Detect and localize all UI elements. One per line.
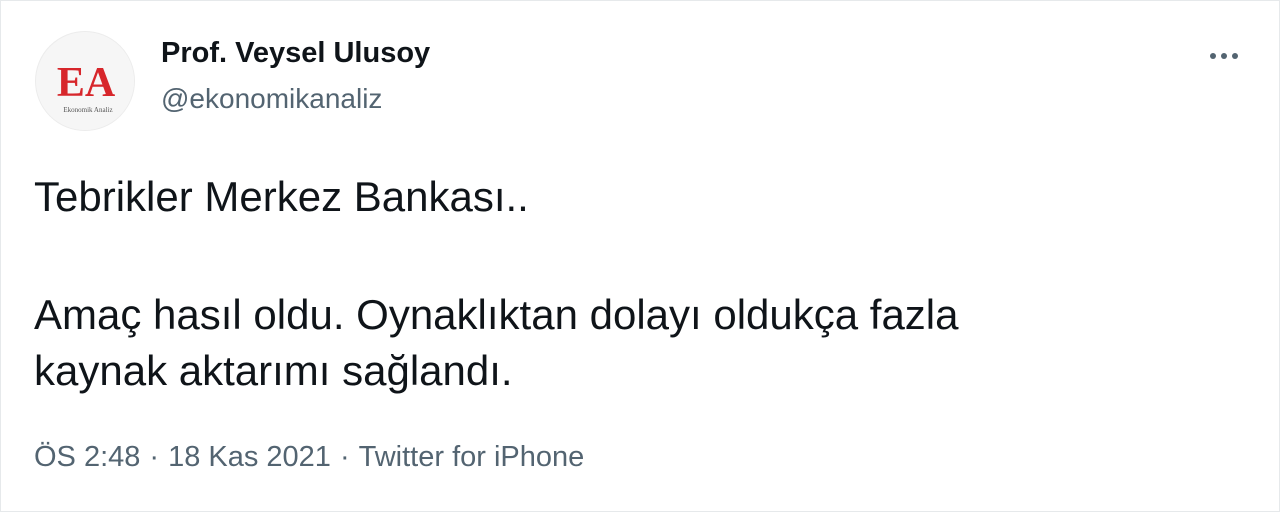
tweet-time[interactable]: ÖS 2:48 [34, 441, 140, 473]
tweet-date[interactable]: 18 Kas 2021 [168, 441, 331, 473]
tweet-line: Amaç hasıl oldu. Oynaklıktan dolayı oldu… [34, 291, 959, 338]
meta-separator: · [339, 441, 350, 473]
logo-tagline: Ekonomik Analiz [63, 106, 112, 114]
more-options-button[interactable] [1197, 37, 1251, 75]
logo-letters: EA [57, 60, 116, 106]
meta-separator: · [149, 441, 160, 473]
tweet-metadata: ÖS 2:48 · 18 Kas 2021 · Twitter for iPhone [34, 441, 584, 474]
tweet-line: Tebrikler Merkez Bankası.. [34, 173, 529, 220]
ekonomik-analiz-logo-icon: EA Ekonomik Analiz [36, 32, 134, 130]
tweet-text: Tebrikler Merkez Bankası.. Amaç hasıl ol… [34, 169, 1214, 399]
display-name[interactable]: Prof. Veysel Ulusoy [161, 37, 430, 70]
avatar[interactable]: EA Ekonomik Analiz [35, 31, 135, 131]
user-handle[interactable]: @ekonomikanaliz [161, 83, 382, 115]
tweet-line: kaynak aktarımı sağlandı. [34, 347, 513, 394]
tweet-source[interactable]: Twitter for iPhone [359, 441, 585, 473]
tweet-card: EA Ekonomik Analiz Prof. Veysel Ulusoy @… [0, 0, 1280, 512]
more-horizontal-icon [1210, 53, 1238, 59]
